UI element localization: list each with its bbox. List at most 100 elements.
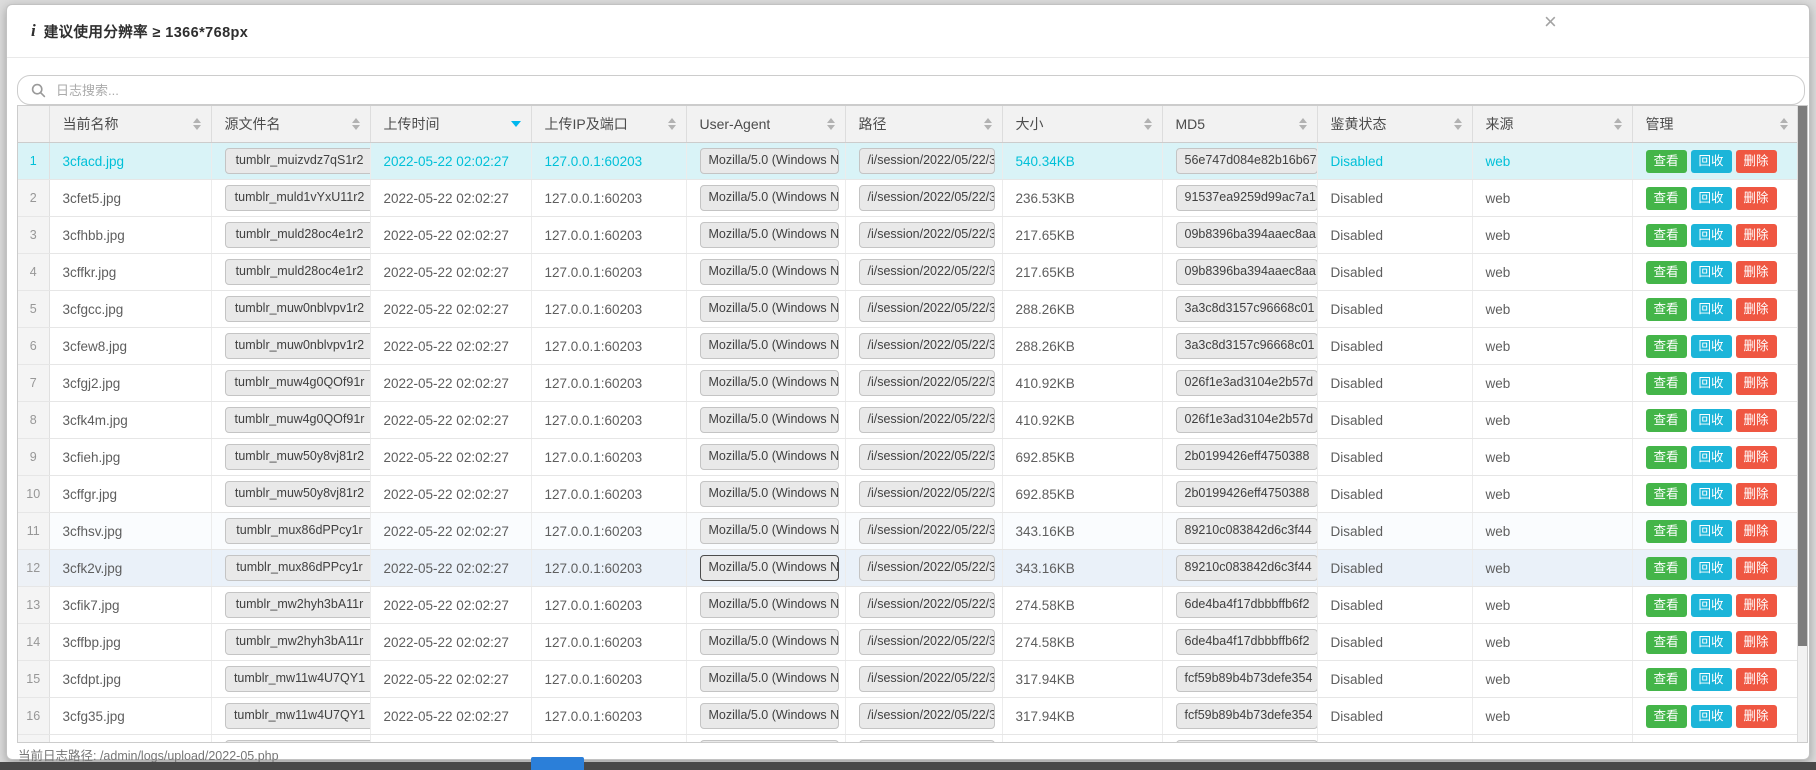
recycle-button[interactable]: 回收: [1691, 224, 1732, 247]
recycle-button[interactable]: 回收: [1691, 261, 1732, 284]
table-row[interactable]: 123cfk2v.jpgtumblr_mux86dPPcy1r2022-05-2…: [18, 550, 1798, 587]
view-button[interactable]: 查看: [1646, 187, 1687, 210]
recycle-button[interactable]: 回收: [1691, 520, 1732, 543]
table-row[interactable]: 查看回收删除: [18, 735, 1798, 744]
source-filename-badge[interactable]: tumblr_muw0nblvpv1r2: [225, 333, 371, 359]
view-button[interactable]: 查看: [1646, 520, 1687, 543]
delete-button[interactable]: 删除: [1736, 187, 1777, 210]
view-button[interactable]: 查看: [1646, 224, 1687, 247]
path-badge[interactable]: /i/session/2022/05/22/3: [859, 629, 995, 655]
partially-hidden-button[interactable]: [531, 757, 584, 770]
md5-badge[interactable]: fcf59b89b4b73defe354: [1176, 666, 1318, 692]
path-badge[interactable]: /i/session/2022/05/22/3: [859, 259, 995, 285]
horizontal-scrollbar[interactable]: [0, 762, 1816, 770]
table-row[interactable]: 93cfieh.jpgtumblr_muw50y8vj81r22022-05-2…: [18, 439, 1798, 476]
user-agent-badge[interactable]: Mozilla/5.0 (Windows N: [700, 148, 839, 174]
user-agent-badge[interactable]: Mozilla/5.0 (Windows N: [700, 370, 839, 396]
md5-badge[interactable]: 3a3c8d3157c96668c01: [1176, 333, 1318, 359]
recycle-button[interactable]: 回收: [1691, 668, 1732, 691]
md5-badge[interactable]: 09b8396ba394aaec8aa: [1176, 259, 1318, 285]
md5-badge[interactable]: 2b0199426eff4750388: [1176, 444, 1318, 470]
close-icon[interactable]: ×: [1544, 11, 1557, 33]
md5-badge[interactable]: 91537ea9259d99ac7a1: [1176, 185, 1318, 211]
source-filename-badge[interactable]: tumblr_mux86dPPcy1r: [225, 555, 371, 581]
path-badge[interactable]: /i/session/2022/05/22/3: [859, 592, 995, 618]
user-agent-badge[interactable]: Mozilla/5.0 (Windows N: [700, 555, 839, 581]
path-badge[interactable]: /i/session/2022/05/22/3: [859, 555, 995, 581]
delete-button[interactable]: 删除: [1736, 372, 1777, 395]
view-button[interactable]: 查看: [1646, 631, 1687, 654]
delete-button[interactable]: 删除: [1736, 409, 1777, 432]
recycle-button[interactable]: 回收: [1691, 557, 1732, 580]
user-agent-badge[interactable]: Mozilla/5.0 (Windows N: [700, 592, 839, 618]
md5-badge[interactable]: 89210c083842d6c3f44: [1176, 518, 1318, 544]
sort-icon[interactable]: [1780, 118, 1788, 130]
sort-icon[interactable]: [193, 118, 201, 130]
md5-badge[interactable]: 89210c083842d6c3f44: [1176, 555, 1318, 581]
view-button[interactable]: 查看: [1646, 335, 1687, 358]
col-header-status[interactable]: 鉴黄状态: [1317, 106, 1472, 143]
table-row[interactable]: 13cfacd.jpgtumblr_muizvdz7qS1r22022-05-2…: [18, 143, 1798, 180]
source-filename-badge[interactable]: tumblr_muw50y8vj81r2: [225, 444, 371, 470]
path-badge[interactable]: /i/session/2022/05/22/3: [859, 370, 995, 396]
vertical-scrollbar[interactable]: [1797, 106, 1807, 742]
recycle-button[interactable]: 回收: [1691, 705, 1732, 728]
delete-button[interactable]: 删除: [1736, 520, 1777, 543]
md5-badge[interactable]: fcf59b89b4b73defe354: [1176, 703, 1318, 729]
sort-icon[interactable]: [1299, 118, 1307, 130]
user-agent-badge[interactable]: Mozilla/5.0 (Windows N: [700, 518, 839, 544]
recycle-button[interactable]: 回收: [1691, 594, 1732, 617]
path-badge[interactable]: /i/session/2022/05/22/3: [859, 481, 995, 507]
recycle-button[interactable]: 回收: [1691, 187, 1732, 210]
view-button[interactable]: 查看: [1646, 594, 1687, 617]
user-agent-badge[interactable]: Mozilla/5.0 (Windows N: [700, 481, 839, 507]
source-filename-badge[interactable]: tumblr_mw2hyh3bA11r: [225, 629, 371, 655]
col-header-size[interactable]: 大小: [1002, 106, 1162, 143]
source-filename-badge[interactable]: [225, 740, 371, 743]
path-badge[interactable]: /i/session/2022/05/22/3: [859, 222, 995, 248]
recycle-button[interactable]: 回收: [1691, 335, 1732, 358]
view-button[interactable]: 查看: [1646, 705, 1687, 728]
table-row[interactable]: 83cfk4m.jpgtumblr_muw4g0QOf91r2022-05-22…: [18, 402, 1798, 439]
col-header-manage[interactable]: 管理: [1632, 106, 1798, 143]
col-header-md5[interactable]: MD5: [1162, 106, 1317, 143]
path-badge[interactable]: /i/session/2022/05/22/3: [859, 666, 995, 692]
delete-button[interactable]: 删除: [1736, 335, 1777, 358]
path-badge[interactable]: /i/session/2022/05/22/3: [859, 148, 995, 174]
delete-button[interactable]: 删除: [1736, 298, 1777, 321]
user-agent-badge[interactable]: Mozilla/5.0 (Windows N: [700, 703, 839, 729]
sort-icon[interactable]: [1454, 118, 1462, 130]
user-agent-badge[interactable]: Mozilla/5.0 (Windows N: [700, 444, 839, 470]
md5-badge[interactable]: 3a3c8d3157c96668c01: [1176, 296, 1318, 322]
delete-button[interactable]: 删除: [1736, 742, 1777, 744]
table-row[interactable]: 43cffkr.jpgtumblr_muld28oc4e1r22022-05-2…: [18, 254, 1798, 291]
view-button[interactable]: 查看: [1646, 150, 1687, 173]
user-agent-badge[interactable]: Mozilla/5.0 (Windows N: [700, 222, 839, 248]
path-badge[interactable]: [859, 740, 995, 743]
user-agent-badge[interactable]: [700, 740, 839, 743]
table-row[interactable]: 103cffgr.jpgtumblr_muw50y8vj81r22022-05-…: [18, 476, 1798, 513]
sort-icon[interactable]: [1144, 118, 1152, 130]
col-header-source[interactable]: 源文件名: [211, 106, 370, 143]
delete-button[interactable]: 删除: [1736, 224, 1777, 247]
recycle-button[interactable]: 回收: [1691, 446, 1732, 469]
recycle-button[interactable]: 回收: [1691, 409, 1732, 432]
source-filename-badge[interactable]: tumblr_muw0nblvpv1r2: [225, 296, 371, 322]
delete-button[interactable]: 删除: [1736, 446, 1777, 469]
user-agent-badge[interactable]: Mozilla/5.0 (Windows N: [700, 407, 839, 433]
path-badge[interactable]: /i/session/2022/05/22/3: [859, 407, 995, 433]
vertical-scrollbar-thumb[interactable]: [1798, 106, 1808, 646]
view-button[interactable]: 查看: [1646, 446, 1687, 469]
view-button[interactable]: 查看: [1646, 372, 1687, 395]
sort-icon[interactable]: [668, 118, 676, 130]
sort-icon[interactable]: [352, 118, 360, 130]
view-button[interactable]: 查看: [1646, 668, 1687, 691]
delete-button[interactable]: 删除: [1736, 594, 1777, 617]
col-header-origin[interactable]: 来源: [1472, 106, 1632, 143]
user-agent-badge[interactable]: Mozilla/5.0 (Windows N: [700, 666, 839, 692]
delete-button[interactable]: 删除: [1736, 150, 1777, 173]
md5-badge[interactable]: 56e747d084e82b16b67: [1176, 148, 1318, 174]
table-row[interactable]: 143cffbp.jpgtumblr_mw2hyh3bA11r2022-05-2…: [18, 624, 1798, 661]
source-filename-badge[interactable]: tumblr_muw4g0QOf91r: [225, 370, 371, 396]
source-filename-badge[interactable]: tumblr_muw50y8vj81r2: [225, 481, 371, 507]
